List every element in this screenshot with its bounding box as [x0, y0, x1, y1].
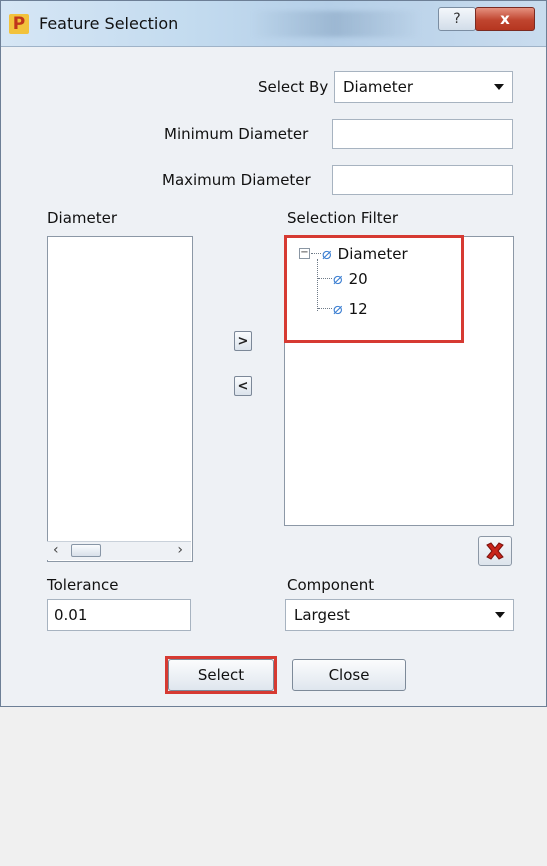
- scroll-right-icon[interactable]: ›: [177, 542, 183, 558]
- select-highlight-annotation: [165, 656, 277, 694]
- add-filter-button[interactable]: >: [234, 331, 252, 351]
- window-title: Feature Selection: [39, 14, 179, 33]
- maximum-diameter-label: Maximum Diameter: [162, 171, 311, 189]
- chevron-down-icon: [495, 612, 505, 618]
- chevron-right-icon: >: [237, 333, 249, 349]
- select-by-dropdown[interactable]: Diameter: [334, 71, 513, 103]
- close-button-label: Close: [328, 666, 370, 684]
- diameter-list[interactable]: [47, 236, 193, 562]
- maximum-diameter-input[interactable]: [332, 165, 513, 195]
- diameter-list-scrollbar[interactable]: ‹ ›: [47, 541, 191, 560]
- feature-selection-dialog: P Feature Selection ? x Select By Diamet…: [0, 0, 547, 707]
- component-dropdown[interactable]: Largest: [285, 599, 514, 631]
- scroll-left-icon[interactable]: ‹: [53, 542, 59, 558]
- tolerance-label: Tolerance: [47, 576, 119, 594]
- scroll-thumb[interactable]: [71, 544, 101, 557]
- chevron-left-icon: <: [237, 378, 249, 394]
- component-value: Largest: [294, 606, 350, 624]
- select-by-label: Select By: [258, 78, 329, 96]
- tolerance-input[interactable]: 0.01: [47, 599, 191, 631]
- close-button[interactable]: Close: [292, 659, 406, 691]
- selection-filter-label: Selection Filter: [287, 209, 399, 227]
- component-label: Component: [287, 576, 375, 594]
- select-by-value: Diameter: [343, 78, 414, 96]
- chevron-down-icon: [494, 84, 504, 90]
- help-icon: ?: [453, 11, 461, 27]
- diameter-list-label: Diameter: [47, 209, 118, 227]
- title-bar[interactable]: P Feature Selection ? x: [1, 1, 546, 47]
- app-icon: P: [9, 14, 29, 34]
- remove-filter-button[interactable]: <: [234, 376, 252, 396]
- tree-highlight-annotation: [284, 235, 464, 343]
- delete-filter-button[interactable]: [478, 536, 512, 566]
- minimum-diameter-input[interactable]: [332, 119, 513, 149]
- close-window-button[interactable]: x: [475, 7, 535, 31]
- titlebar-decoration: [251, 11, 421, 37]
- delete-icon: [486, 542, 504, 560]
- minimum-diameter-label: Minimum Diameter: [164, 125, 309, 143]
- close-icon: x: [500, 10, 510, 28]
- help-button[interactable]: ?: [438, 7, 476, 31]
